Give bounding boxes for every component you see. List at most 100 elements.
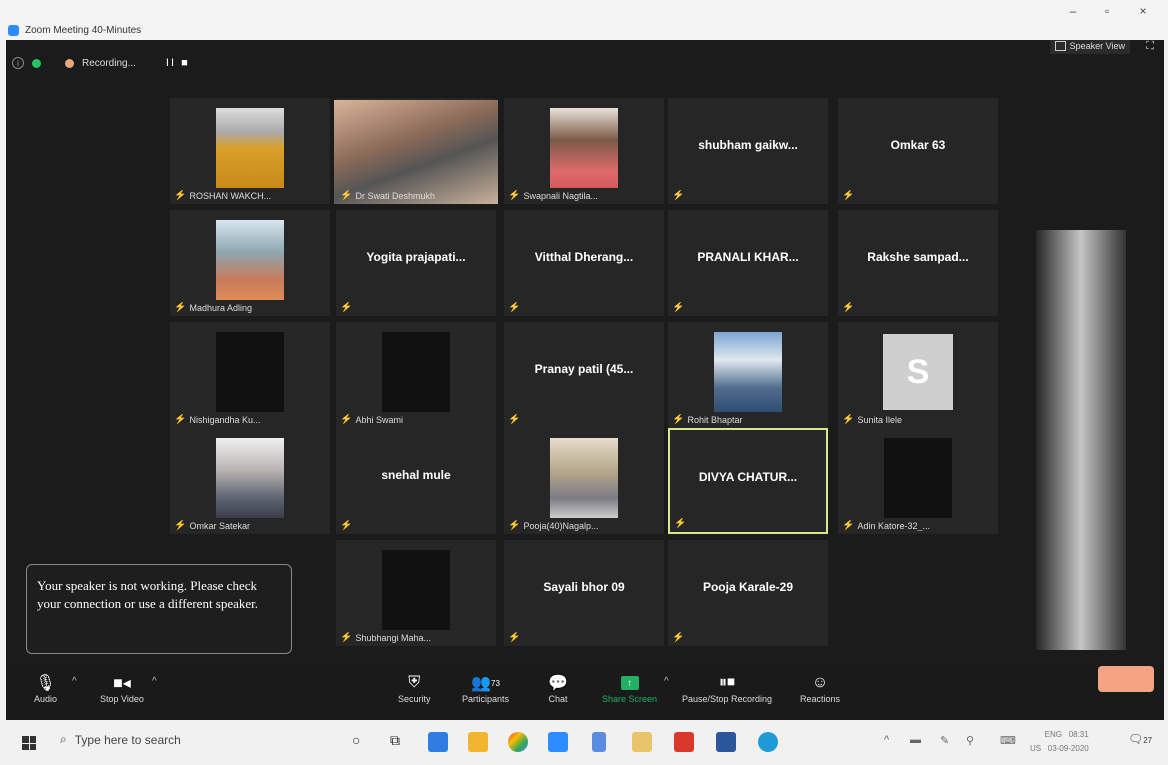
participant-label: ⚡ Dr Swati Deshmukh bbox=[340, 190, 435, 201]
reactions-icon: ☺ bbox=[811, 674, 829, 691]
participant-tile[interactable]: ⚡ Pooja(40)Nagalp... bbox=[504, 428, 664, 534]
video-options-caret-icon[interactable]: ^ bbox=[152, 676, 157, 687]
participant-tile[interactable]: PRANALI KHAR... ⚡ bbox=[668, 210, 828, 316]
participant-tile[interactable]: S ⚡ Sunita Ilele bbox=[838, 322, 998, 428]
fullscreen-icon[interactable]: ⛶ bbox=[1146, 40, 1154, 53]
participant-tile[interactable]: ⚡ Dr Swati Deshmukh bbox=[334, 98, 498, 204]
participant-tile[interactable]: ⚡ Nishigandha Ku... bbox=[170, 322, 330, 428]
zoom-app-icon[interactable] bbox=[428, 732, 448, 752]
chat-button[interactable]: 💬 Chat bbox=[548, 672, 568, 704]
encryption-shield-icon[interactable] bbox=[32, 58, 41, 68]
participant-tile[interactable]: ⚡ Swapnali Nagtila... bbox=[504, 98, 664, 204]
chrome-icon[interactable] bbox=[508, 732, 528, 752]
pen-icon[interactable]: ✎ bbox=[940, 734, 949, 747]
end-meeting-button[interactable] bbox=[1098, 666, 1154, 692]
muted-mic-icon: ⚡ bbox=[340, 414, 353, 425]
participant-label: ⚡ Rohit Bhaptar bbox=[672, 414, 743, 425]
pause-stop-recording-button[interactable]: ⏸⏹ Pause/Stop Recording bbox=[682, 672, 772, 704]
participant-label-text: Shubhangi Maha... bbox=[355, 632, 432, 643]
muted-mic-icon: ⚡ bbox=[508, 520, 521, 531]
minimize-button[interactable]: – bbox=[1062, 4, 1084, 18]
share-options-caret-icon[interactable]: ^ bbox=[664, 676, 669, 687]
participant-tile[interactable]: Omkar 63 ⚡ bbox=[838, 98, 998, 204]
participant-tile[interactable]: Pranay patil (45... ⚡ bbox=[504, 322, 664, 428]
participants-label: Participants bbox=[462, 694, 510, 704]
share-screen-button[interactable]: ↑ Share Screen bbox=[602, 672, 657, 704]
reactions-button[interactable]: ☺ Reactions bbox=[800, 672, 840, 704]
participant-tile[interactable]: ⚡ Madhura Adling bbox=[170, 210, 330, 316]
participant-video bbox=[714, 332, 782, 412]
search-placeholder: Type here to search bbox=[74, 732, 181, 747]
maximize-button[interactable]: ▫ bbox=[1096, 4, 1118, 18]
pdf-reader-icon[interactable] bbox=[674, 732, 694, 752]
microphone-icon: 🎙 bbox=[35, 675, 56, 692]
participant-name: Omkar 63 bbox=[890, 138, 946, 152]
info-icon[interactable]: i bbox=[12, 57, 24, 69]
keyboard-icon[interactable]: ⌨ bbox=[1000, 734, 1016, 747]
share-screen-icon: ↑ bbox=[620, 676, 639, 690]
participant-tile[interactable]: Pooja Karale-29 ⚡ bbox=[668, 540, 828, 646]
security-button[interactable]: ⛨ Security bbox=[398, 672, 431, 704]
participant-tile[interactable]: ⚡ Rohit Bhaptar bbox=[668, 322, 828, 428]
participant-avatar: S bbox=[883, 334, 953, 410]
participant-tile[interactable]: Yogita prajapati... ⚡ bbox=[336, 210, 496, 316]
edge-icon[interactable] bbox=[758, 732, 778, 752]
muted-mic-icon: ⚡ bbox=[340, 302, 353, 313]
store-icon[interactable] bbox=[632, 732, 652, 752]
participant-label-text: Pooja(40)Nagalp... bbox=[523, 520, 599, 531]
tray-expand-icon[interactable]: ^ bbox=[884, 734, 889, 746]
participant-label: ⚡ ROSHAN WAKCH... bbox=[174, 190, 271, 201]
participant-tile[interactable]: Sayali bhor 09 ⚡ bbox=[504, 540, 664, 646]
speaker-view-button[interactable]: Speaker View bbox=[1049, 40, 1130, 54]
muted-mic-icon: ⚡ bbox=[842, 414, 855, 425]
muted-mic-icon: ⚡ bbox=[508, 632, 521, 643]
participant-tile[interactable]: Vitthal Dherang... ⚡ bbox=[504, 210, 664, 316]
audio-button[interactable]: 🎙 Audio bbox=[34, 672, 57, 704]
participant-name: Rakshe sampad... bbox=[867, 250, 969, 264]
task-view-icon[interactable]: ⧉ bbox=[390, 732, 400, 749]
audio-options-caret-icon[interactable]: ^ bbox=[72, 676, 77, 687]
meeting-topbar: i Recording... II ■ bbox=[12, 52, 190, 74]
system-clock[interactable]: ENG 08:31 US 03-09-2020 bbox=[1030, 728, 1089, 756]
participant-label: ⚡ bbox=[508, 414, 520, 425]
wifi-icon[interactable]: ⚲ bbox=[966, 734, 974, 747]
participant-video bbox=[550, 108, 618, 188]
chat-icon: 💬 bbox=[548, 675, 568, 692]
clock-time: 08:31 bbox=[1068, 730, 1089, 739]
close-button[interactable]: × bbox=[1132, 4, 1154, 18]
participant-tile[interactable]: ⚡ Abhi Swami bbox=[336, 322, 496, 428]
reactions-label: Reactions bbox=[800, 694, 841, 704]
zoom-taskbar-icon[interactable] bbox=[548, 732, 568, 752]
search-icon: ⌕ bbox=[60, 732, 67, 746]
network-icon[interactable] bbox=[592, 732, 606, 752]
word-icon[interactable] bbox=[716, 732, 736, 752]
muted-mic-icon: ⚡ bbox=[672, 632, 685, 643]
participant-tile[interactable]: ⚡ Shubhangi Maha... bbox=[336, 540, 496, 646]
file-explorer-icon[interactable] bbox=[468, 732, 488, 752]
muted-mic-icon: ⚡ bbox=[672, 302, 685, 313]
participant-label: ⚡ bbox=[340, 302, 352, 313]
speaker-view-icon bbox=[1054, 41, 1066, 51]
participant-label: ⚡ Shubhangi Maha... bbox=[340, 632, 431, 643]
participant-label: ⚡ Pooja(40)Nagalp... bbox=[508, 520, 599, 531]
participants-icon: 👥 73 bbox=[471, 675, 500, 692]
participant-label: ⚡ bbox=[672, 632, 684, 643]
participant-name: shubham gaikw... bbox=[698, 138, 798, 152]
taskbar-search[interactable]: ⌕ Type here to search bbox=[60, 732, 181, 747]
cortana-icon[interactable]: ○ bbox=[352, 732, 360, 748]
windows-start-icon[interactable] bbox=[22, 736, 36, 750]
participant-tile[interactable]: Rakshe sampad... ⚡ bbox=[838, 210, 998, 316]
participant-tile[interactable]: shubham gaikw... ⚡ bbox=[668, 98, 828, 204]
participant-tile[interactable]: ⚡ ROSHAN WAKCH... bbox=[170, 98, 330, 204]
participants-button[interactable]: 👥 73 Participants bbox=[462, 672, 509, 704]
recording-controls[interactable]: II ■ bbox=[166, 57, 190, 69]
participant-tile[interactable]: DIVYA CHATUR... ⚡ bbox=[668, 428, 828, 534]
tray-folder-icon[interactable]: ▬ bbox=[910, 734, 921, 746]
notification-center-icon[interactable]: 🗨27 bbox=[1128, 732, 1152, 746]
participant-tile[interactable]: ⚡ Omkar Satekar bbox=[170, 428, 330, 534]
stop-video-button[interactable]: ■◂ Stop Video bbox=[100, 672, 144, 704]
participant-label: ⚡ Omkar Satekar bbox=[174, 520, 250, 531]
participant-tile[interactable]: ⚡ Adin Katore-32_... bbox=[838, 428, 998, 534]
meeting-window: i Recording... II ■ Speaker View ⛶ ⚡ ROSH… bbox=[6, 40, 1164, 720]
participant-tile[interactable]: snehal mule ⚡ bbox=[336, 428, 496, 534]
